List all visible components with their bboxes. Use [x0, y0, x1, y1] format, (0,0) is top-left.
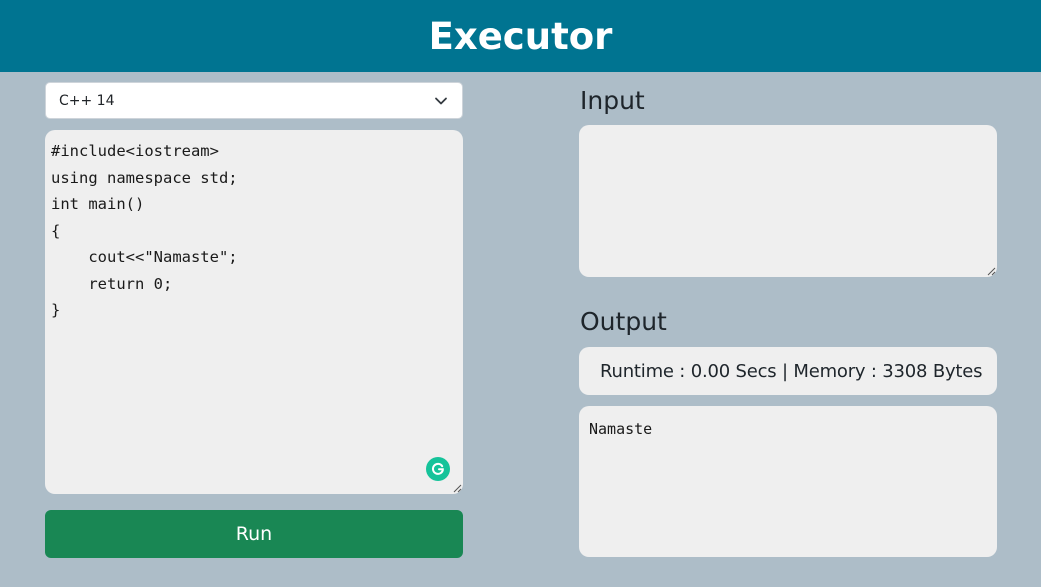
output-textarea[interactable]: Namaste — [579, 406, 997, 557]
input-textarea[interactable] — [579, 125, 997, 277]
run-button[interactable]: Run — [45, 510, 463, 558]
grammarly-icon[interactable] — [426, 457, 450, 481]
app-title: Executor — [428, 14, 613, 58]
code-editor[interactable]: #include<iostream> using namespace std; … — [45, 130, 463, 494]
resize-grip-icon[interactable] — [986, 266, 996, 276]
language-select-value: C++ 14 — [59, 92, 115, 109]
resize-grip-icon[interactable] — [452, 483, 462, 493]
chevron-down-icon — [435, 97, 447, 105]
runtime-stats: Runtime : 0.00 Secs | Memory : 3308 Byte… — [579, 347, 997, 395]
input-title: Input — [580, 86, 645, 115]
app-header: Executor — [0, 0, 1041, 72]
language-select[interactable]: C++ 14 — [45, 82, 463, 119]
output-title: Output — [580, 307, 667, 336]
